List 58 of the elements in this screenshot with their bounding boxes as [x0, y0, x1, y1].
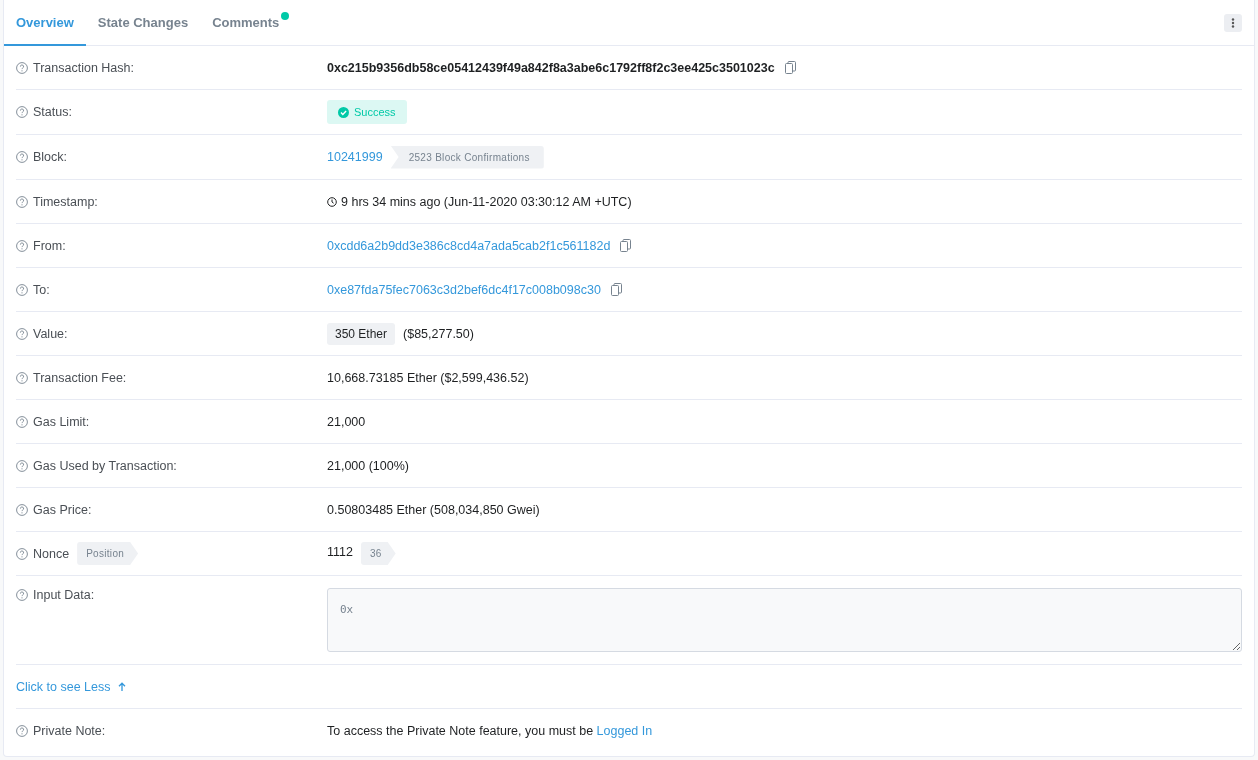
help-icon	[16, 415, 28, 428]
help-icon	[16, 503, 28, 516]
copy-icon[interactable]	[784, 61, 796, 74]
field-value: 21,000	[327, 414, 366, 429]
field-value: 10,668.73185 Ether ($2,599,436.52)	[327, 370, 529, 385]
timestamp-text: 9 hrs 34 mins ago (Jun-11-2020 03:30:12 AM +UTC)	[341, 194, 632, 209]
field-label: Nonce	[33, 546, 70, 561]
confirmations-tag: 2523 Block Confirmations	[390, 145, 544, 169]
help-icon	[16, 459, 28, 472]
more-options-button[interactable]	[1224, 13, 1242, 32]
see-less-toggle[interactable]: Click to see Less	[16, 679, 127, 694]
help-icon	[16, 589, 28, 601]
tab[interactable]: Comments	[200, 0, 292, 46]
block-link[interactable]: 10241999	[327, 150, 383, 164]
help-icon	[16, 195, 28, 208]
field-label: Timestamp:	[33, 194, 98, 209]
field-label: Private Note:	[33, 723, 106, 738]
help-icon	[16, 106, 28, 118]
tab[interactable]: Overview	[4, 0, 86, 46]
private-note-text: To access the Private Note feature, you must be Logged In	[327, 723, 653, 738]
field-value: 0.50803485 Ether (508,034,850 Gwei)	[327, 502, 540, 517]
address-link[interactable]: 0xe87fda75fec7063c3d2bef6dc4f17c008b098c30	[327, 282, 601, 297]
help-icon	[16, 239, 28, 252]
clock-icon	[327, 196, 337, 207]
help-icon	[16, 547, 28, 560]
help-icon	[16, 724, 28, 737]
field-label: Gas Price:	[33, 502, 92, 517]
status-badge: Success	[327, 100, 407, 124]
login-link[interactable]: Logged In	[596, 723, 653, 738]
field-label: Gas Used by Transaction:	[33, 458, 177, 473]
field-label: Gas Limit:	[33, 414, 90, 429]
input-data-field[interactable]: 0x	[327, 588, 1242, 652]
help-icon	[16, 283, 28, 296]
field-label: From:	[33, 238, 66, 253]
position-tag: Position	[77, 542, 139, 565]
field-label: To:	[33, 282, 50, 297]
usd-value: ($85,277.50)	[403, 326, 474, 341]
arrow-up-icon	[118, 682, 127, 691]
field-label: Block:	[33, 150, 68, 164]
field-label: Transaction Hash:	[33, 60, 134, 75]
field-label: Transaction Fee:	[33, 370, 127, 385]
address-link[interactable]: 0xcdd6a2b9dd3e386c8cd4a7ada5cab2f1c561182d	[327, 238, 611, 253]
field-label: Value:	[33, 326, 68, 341]
more-icon	[1231, 17, 1235, 28]
field-label: Status:	[33, 105, 72, 119]
help-icon	[16, 371, 28, 384]
transaction-hash: 0xc215b9356db58ce05412439f49a842f8a3abe6c1792ff8f2c3ee425c3501023c	[327, 60, 775, 75]
copy-icon[interactable]	[620, 239, 632, 252]
field-value: 21,000 (100%)	[327, 458, 409, 473]
copy-icon[interactable]	[610, 283, 622, 296]
help-icon	[16, 327, 28, 340]
help-icon	[16, 61, 28, 74]
tab[interactable]: State Changes	[85, 0, 201, 46]
ether-tag: 350 Ether	[327, 322, 396, 345]
field-label: Input Data:	[33, 588, 95, 602]
help-icon	[16, 151, 28, 163]
nonce-value: 1112	[327, 545, 353, 559]
position-tag: 36	[360, 542, 396, 565]
